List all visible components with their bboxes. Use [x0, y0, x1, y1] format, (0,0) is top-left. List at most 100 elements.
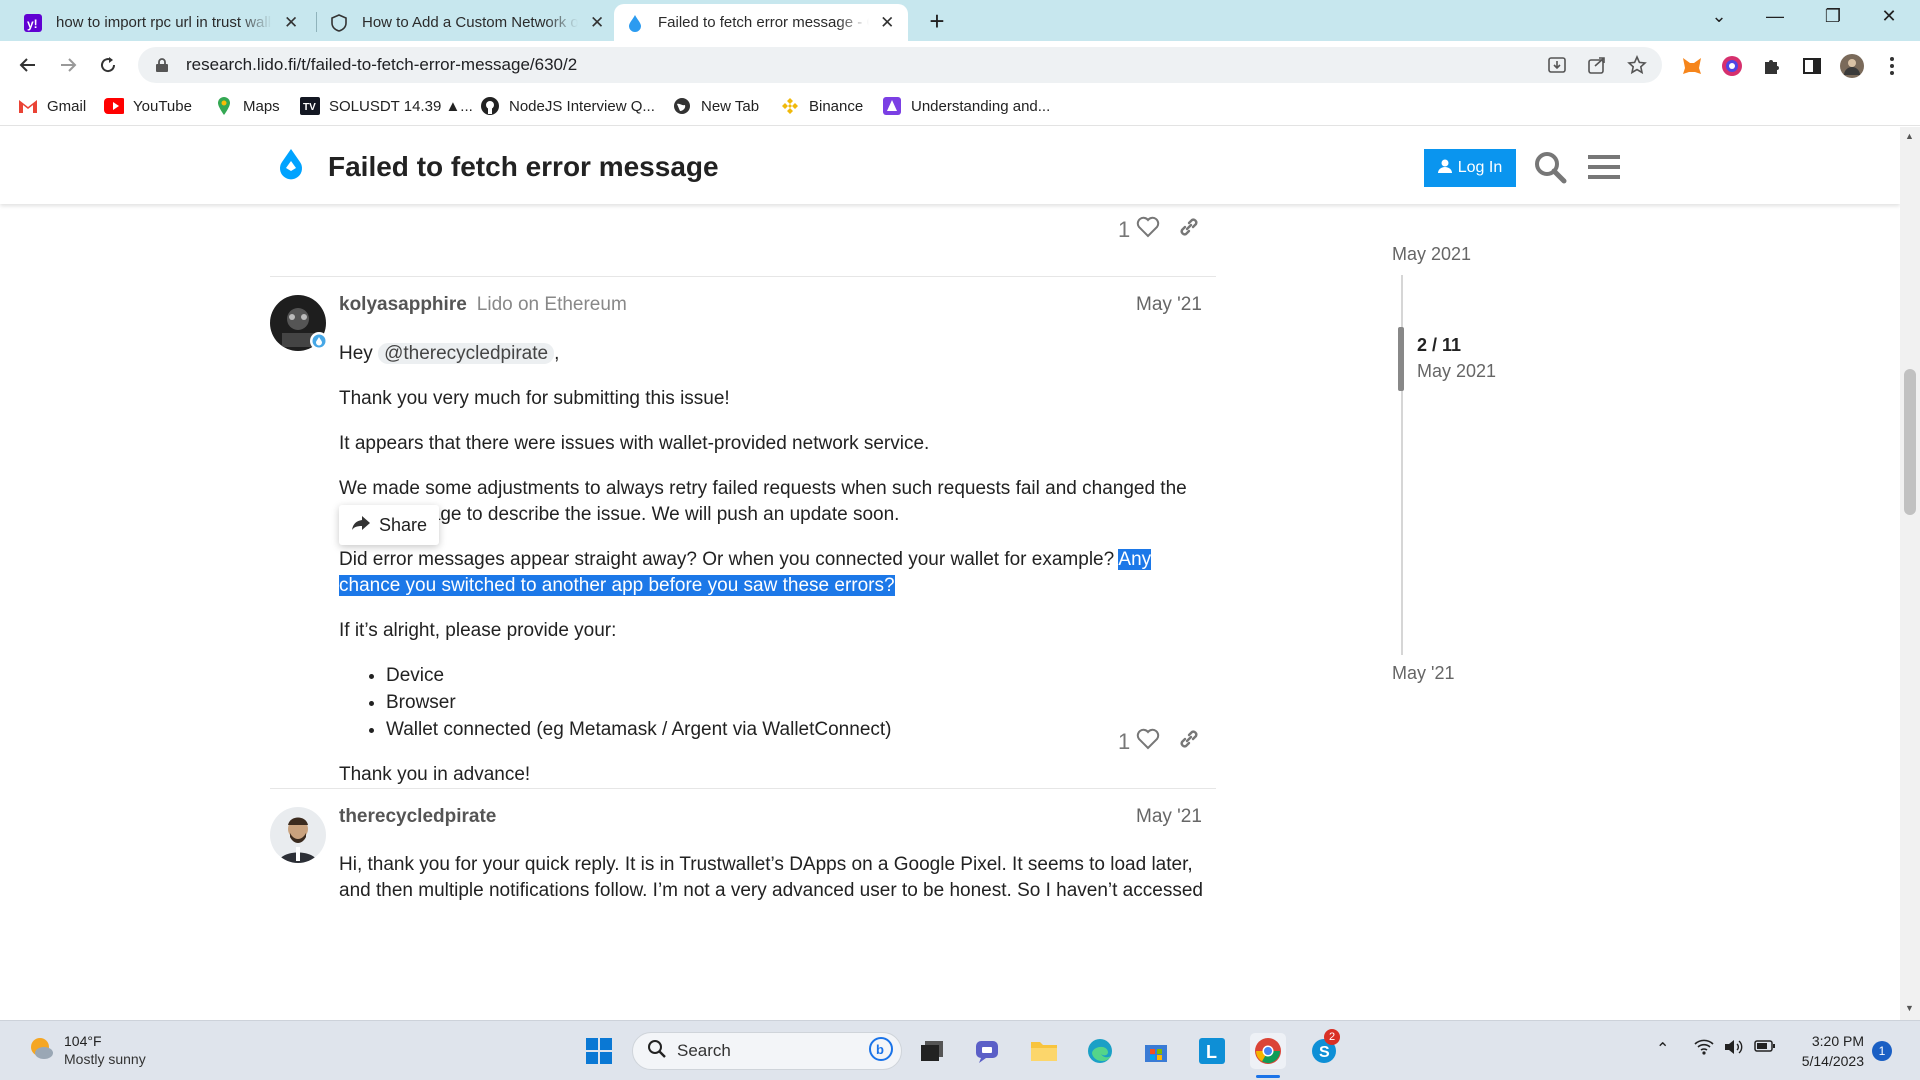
shield-icon	[330, 13, 348, 32]
like-button[interactable]: 1	[1118, 728, 1160, 756]
lido-logo-icon[interactable]	[274, 147, 308, 187]
url-text[interactable]: research.lido.fi/t/failed-to-fetch-error…	[186, 55, 577, 75]
tab-search-chevron-icon[interactable]: ⌄	[1704, 6, 1734, 27]
battery-icon[interactable]	[1754, 1039, 1776, 1058]
bookmark-star-icon[interactable]	[1626, 54, 1648, 76]
bookmark-binance[interactable]: Binance	[780, 97, 863, 115]
close-icon[interactable]: ✕	[879, 13, 896, 33]
window-close-button[interactable]: ✕	[1874, 6, 1904, 27]
tab-custom-network[interactable]: How to Add a Custom Network on ✕	[318, 4, 618, 41]
svg-text:L: L	[1206, 1042, 1217, 1062]
yahoo-icon: y!	[24, 13, 42, 32]
show-hidden-icons-chevron-icon[interactable]: ⌃	[1656, 1039, 1669, 1059]
scroll-down-icon[interactable]: ▼	[1905, 1003, 1914, 1013]
tab-title: Failed to fetch error message - Gov	[658, 14, 869, 31]
bookmark-gmail[interactable]: Gmail	[18, 97, 86, 115]
timeline-end-date[interactable]: May '21	[1392, 663, 1454, 684]
temperature: 104°F	[64, 1033, 102, 1049]
browser-menu-icon[interactable]	[1880, 54, 1904, 78]
username[interactable]: kolyasapphire	[339, 294, 467, 316]
youtube-icon	[104, 97, 124, 115]
post-divider	[270, 276, 1216, 277]
hamburger-menu-icon[interactable]	[1584, 147, 1624, 187]
list-item: Wallet connected (eg Metamask / Argent v…	[386, 717, 1209, 743]
bookmark-label: Maps	[243, 97, 280, 115]
wifi-icon[interactable]	[1694, 1039, 1714, 1060]
bookmark-understanding[interactable]: Understanding and...	[882, 97, 1050, 115]
file-explorer-icon[interactable]	[1026, 1033, 1062, 1069]
share-page-icon[interactable]	[1586, 54, 1608, 76]
bookmark-label: Gmail	[47, 97, 87, 115]
bookmark-label: Understanding and...	[911, 97, 1051, 115]
post-date[interactable]: May '21	[1136, 806, 1202, 828]
task-view-icon[interactable]	[914, 1033, 950, 1069]
forward-arrow-icon[interactable]	[54, 51, 82, 79]
page-scrollbar[interactable]: ▲ ▼	[1900, 127, 1920, 1020]
back-arrow-icon[interactable]	[14, 51, 42, 79]
copy-link-icon[interactable]	[1178, 728, 1200, 756]
new-tab-button[interactable]: +	[922, 6, 952, 37]
paragraph: Hi, thank you for your quick reply. It i…	[339, 854, 1203, 901]
post-date[interactable]: May '21	[1136, 294, 1202, 316]
extensions-puzzle-icon[interactable]	[1760, 54, 1784, 78]
timeline-start-date[interactable]: May 2021	[1392, 244, 1471, 265]
lock-icon[interactable]	[152, 57, 172, 73]
edge-browser-icon[interactable]	[1082, 1033, 1118, 1069]
close-icon[interactable]: ✕	[282, 13, 300, 33]
site-header: Failed to fetch error message Log In	[0, 127, 1900, 204]
bookmark-solusdt[interactable]: TV SOLUSDT 14.39 ▲...	[300, 97, 473, 115]
quote-share-button[interactable]: Share	[339, 505, 439, 545]
user-title: Lido on Ethereum	[476, 294, 627, 315]
taskbar-search-box[interactable]: Search b	[632, 1032, 902, 1070]
gmail-icon	[18, 97, 38, 115]
windows-taskbar: 104°F Mostly sunny Search b L S 2 ⌃ 3:20…	[0, 1020, 1920, 1080]
avatar[interactable]	[270, 807, 326, 863]
address-bar[interactable]: research.lido.fi/t/failed-to-fetch-error…	[138, 47, 1662, 83]
tab-yahoo-search[interactable]: y! how to import rpc url in trust wallet…	[12, 4, 312, 41]
notification-badge: 2	[1324, 1029, 1340, 1045]
tab-separator	[316, 12, 317, 32]
like-button[interactable]: 1	[1118, 216, 1160, 244]
side-panel-icon[interactable]	[1800, 54, 1824, 78]
windows-start-icon[interactable]	[581, 1033, 617, 1069]
volume-icon[interactable]	[1724, 1039, 1744, 1060]
system-clock[interactable]: 3:20 PM 5/14/2023	[1794, 1031, 1864, 1071]
user-mention[interactable]: @therecycledpirate	[378, 343, 555, 364]
profile-avatar[interactable]	[1840, 54, 1864, 78]
username[interactable]: therecycledpirate	[339, 806, 496, 828]
login-button[interactable]: Log In	[1424, 149, 1516, 187]
like-count: 1	[1118, 217, 1131, 242]
install-app-icon[interactable]	[1546, 54, 1568, 76]
bookmark-label: New Tab	[701, 97, 760, 115]
bookmark-new-tab[interactable]: New Tab	[672, 97, 759, 115]
notification-center-badge[interactable]: 1	[1872, 1041, 1892, 1061]
scroll-up-icon[interactable]: ▲	[1905, 131, 1914, 141]
close-icon[interactable]: ✕	[588, 13, 606, 33]
reload-icon[interactable]	[94, 51, 122, 79]
timeline-position-date: May 2021	[1417, 361, 1497, 381]
list-item: Browser	[386, 690, 1209, 716]
letter-l-app-icon[interactable]: L	[1194, 1033, 1230, 1069]
timeline-handle[interactable]	[1398, 327, 1404, 391]
minimize-button[interactable]: —	[1760, 6, 1790, 27]
teams-chat-icon[interactable]	[970, 1033, 1006, 1069]
microsoft-store-icon[interactable]	[1138, 1033, 1174, 1069]
heart-icon	[1136, 216, 1160, 244]
copy-link-icon[interactable]	[1178, 216, 1200, 244]
bookmark-maps[interactable]: Maps	[214, 97, 280, 115]
bookmark-youtube[interactable]: YouTube	[104, 97, 192, 115]
scrollbar-thumb[interactable]	[1904, 369, 1916, 515]
bookmark-label: YouTube	[133, 97, 192, 115]
tradingview-icon: TV	[300, 97, 320, 115]
topic-title[interactable]: Failed to fetch error message	[328, 151, 719, 183]
tab-failed-to-fetch[interactable]: Failed to fetch error message - Gov ✕	[614, 4, 908, 41]
bookmark-nodejs[interactable]: NodeJS Interview Q...	[480, 97, 655, 115]
restore-button[interactable]: ❐	[1818, 6, 1848, 27]
weather-widget[interactable]: 104°F Mostly sunny	[26, 1032, 146, 1068]
color-extension-icon[interactable]	[1720, 54, 1744, 78]
post-body: Hey @therecycledpirate, Thank you very m…	[339, 341, 1209, 807]
clock-date: 5/14/2023	[1801, 1053, 1864, 1069]
chrome-icon[interactable]	[1250, 1033, 1286, 1069]
search-icon[interactable]	[1530, 147, 1570, 187]
metamask-extension-icon[interactable]	[1680, 54, 1704, 78]
